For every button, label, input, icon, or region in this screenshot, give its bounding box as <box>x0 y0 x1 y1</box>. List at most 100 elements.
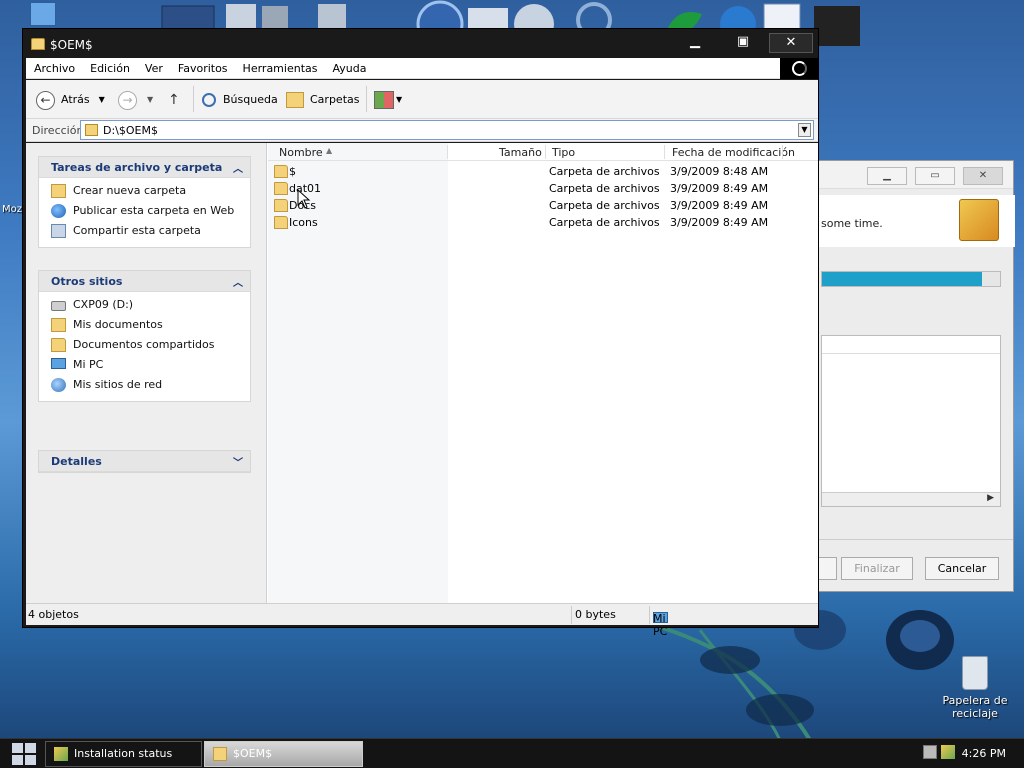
installer-finish-button[interactable]: Finalizar <box>841 557 913 580</box>
installer-progress-bar <box>821 271 1001 287</box>
installer-cancel-button[interactable]: Cancelar <box>925 557 999 580</box>
details-header[interactable]: Detalles ﹀ <box>39 451 250 472</box>
views-button[interactable]: ▼ <box>374 89 402 111</box>
installer-list-scrollbar[interactable]: ▶ <box>822 492 1000 506</box>
drive-icon <box>51 301 66 311</box>
address-input[interactable]: D:\$OEM$ ▼ <box>80 120 814 140</box>
forward-dropdown-icon[interactable]: ▼ <box>147 90 153 110</box>
place-shared-documents-label: Documentos compartidos <box>73 338 215 351</box>
desktop-icon-recycle-bin[interactable]: Papelera de reciclaje <box>940 656 1010 720</box>
address-label: Dirección <box>32 124 84 137</box>
details-panel: Detalles ﹀ <box>38 450 251 473</box>
explorer-content: Tareas de archivo y carpeta ︿ Crear nuev… <box>26 143 818 603</box>
start-button[interactable] <box>12 743 36 765</box>
column-size[interactable]: Tamaño <box>499 146 542 159</box>
menu-archivo[interactable]: Archivo <box>26 58 82 75</box>
column-name[interactable]: Nombre <box>279 146 323 159</box>
back-button[interactable]: ← Atrás ▼ <box>36 89 105 111</box>
shared-folder-icon <box>51 338 66 352</box>
task-new-folder[interactable]: Crear nueva carpeta <box>39 181 250 201</box>
chevron-down-icon[interactable]: ﹀ <box>233 454 243 469</box>
folders-button[interactable]: Carpetas <box>286 89 359 111</box>
column-type[interactable]: Tipo <box>552 146 575 159</box>
my-documents-icon <box>51 318 66 332</box>
installer-message-area: some time. <box>819 195 1015 247</box>
installer-maximize-button[interactable]: ▭ <box>915 167 955 185</box>
clock[interactable]: 4:26 PM <box>962 747 1006 760</box>
search-icon <box>202 93 216 107</box>
menu-bar: Archivo Edición Ver Favoritos Herramientas Ay… <box>26 58 780 79</box>
menu-edicion[interactable]: Edición <box>82 58 137 75</box>
taskbar-item-explorer[interactable]: $OEM$ <box>204 741 363 767</box>
search-button[interactable]: Búsqueda <box>202 89 278 111</box>
status-size: 0 bytes <box>575 608 616 621</box>
maximize-button[interactable]: ▣ <box>721 33 765 53</box>
folder-icon <box>31 38 45 50</box>
toolbar-separator <box>366 86 367 112</box>
views-icon <box>374 91 394 109</box>
file-date: 3/9/2009 8:49 AM <box>670 182 769 195</box>
task-new-folder-label: Crear nueva carpeta <box>73 184 187 197</box>
address-dropdown-icon[interactable]: ▼ <box>798 123 811 137</box>
minimize-button[interactable]: ▁ <box>673 33 717 53</box>
menu-ver[interactable]: Ver <box>137 58 170 75</box>
installer-tray-icon[interactable] <box>941 745 955 759</box>
folders-label: Carpetas <box>310 93 360 106</box>
network-icon <box>51 378 66 392</box>
other-places-panel: Otros sitios ︿ CXP09 (D:) Mis documentos… <box>38 270 251 402</box>
installer-icon <box>54 747 68 761</box>
installer-list-header <box>822 336 1000 354</box>
taskbar-item-installation-status[interactable]: Installation status <box>45 741 202 767</box>
installer-close-button[interactable]: ✕ <box>963 167 1003 185</box>
installer-minimize-button[interactable]: ▁ <box>867 167 907 185</box>
installer-back-button[interactable] <box>819 557 837 580</box>
explorer-window: $OEM$ ▁ ▣ ✕ Archivo Edición Ver Favoritos He… <box>22 28 819 638</box>
installer-progress-fill <box>822 272 983 286</box>
place-shared-documents[interactable]: Documentos compartidos <box>39 335 250 355</box>
status-object-count: 4 objetos <box>28 608 79 621</box>
task-pane: Tareas de archivo y carpeta ︿ Crear nuev… <box>26 143 267 603</box>
menu-herramientas[interactable]: Herramientas <box>235 58 325 75</box>
recycle-bin-icon <box>962 656 988 690</box>
desktop-left-edge-label: Moz <box>2 204 22 215</box>
chevron-up-icon[interactable]: ︿ <box>233 160 243 175</box>
address-value: D:\$OEM$ <box>103 124 158 137</box>
up-button[interactable]: ↑ <box>168 89 180 111</box>
place-network[interactable]: Mis sitios de red <box>39 375 250 395</box>
column-date[interactable]: Fecha de modificación <box>672 146 795 159</box>
folder-icon <box>274 216 288 229</box>
task-publish-web[interactable]: Publicar esta carpeta en Web <box>39 201 250 221</box>
file-name: Icons <box>289 216 318 229</box>
menu-ayuda[interactable]: Ayuda <box>324 58 373 75</box>
place-drive-d-label: CXP09 (D:) <box>73 298 134 311</box>
other-places-header[interactable]: Otros sitios ︿ <box>39 271 250 292</box>
file-row[interactable]: $ Carpeta de archivos 3/9/2009 8:48 AM <box>268 163 818 180</box>
menu-favoritos[interactable]: Favoritos <box>170 58 235 75</box>
taskbar: Installation status $OEM$ 4:26 PM <box>0 738 1024 768</box>
scroll-right-icon[interactable]: ▶ <box>987 493 994 503</box>
back-dropdown-icon[interactable]: ▼ <box>99 90 105 110</box>
forward-button[interactable]: → ▼ <box>118 89 153 111</box>
share-folder-icon <box>51 224 66 238</box>
file-tasks-title: Tareas de archivo y carpeta <box>51 161 223 174</box>
file-tasks-header[interactable]: Tareas de archivo y carpeta ︿ <box>39 157 250 178</box>
file-row[interactable]: dat01 Carpeta de archivos 3/9/2009 8:49 … <box>268 180 818 197</box>
installer-package-icon <box>959 199 999 241</box>
place-my-documents[interactable]: Mis documentos <box>39 315 250 335</box>
task-share-folder[interactable]: Compartir esta carpeta <box>39 221 250 241</box>
task-share-folder-label: Compartir esta carpeta <box>73 224 201 237</box>
explorer-titlebar[interactable]: $OEM$ ▁ ▣ ✕ <box>23 29 818 58</box>
network-tray-icon[interactable] <box>923 745 937 759</box>
sort-ascending-icon: ▲ <box>326 146 333 155</box>
desktop-icon-top-left[interactable] <box>30 2 56 26</box>
task-publish-web-label: Publicar esta carpeta en Web <box>73 204 235 217</box>
column-headers: Nombre ▲ Tamaño Tipo Fecha de modificaci… <box>268 143 818 161</box>
folder-icon <box>85 124 98 136</box>
place-my-computer[interactable]: Mi PC <box>39 355 250 375</box>
file-row[interactable]: Icons Carpeta de archivos 3/9/2009 8:49 … <box>268 214 818 231</box>
file-row[interactable]: Docs Carpeta de archivos 3/9/2009 8:49 A… <box>268 197 818 214</box>
chevron-up-icon[interactable]: ︿ <box>233 274 243 289</box>
close-button[interactable]: ✕ <box>769 33 813 53</box>
place-drive-d[interactable]: CXP09 (D:) <box>39 295 250 315</box>
file-type: Carpeta de archivos <box>549 199 660 212</box>
